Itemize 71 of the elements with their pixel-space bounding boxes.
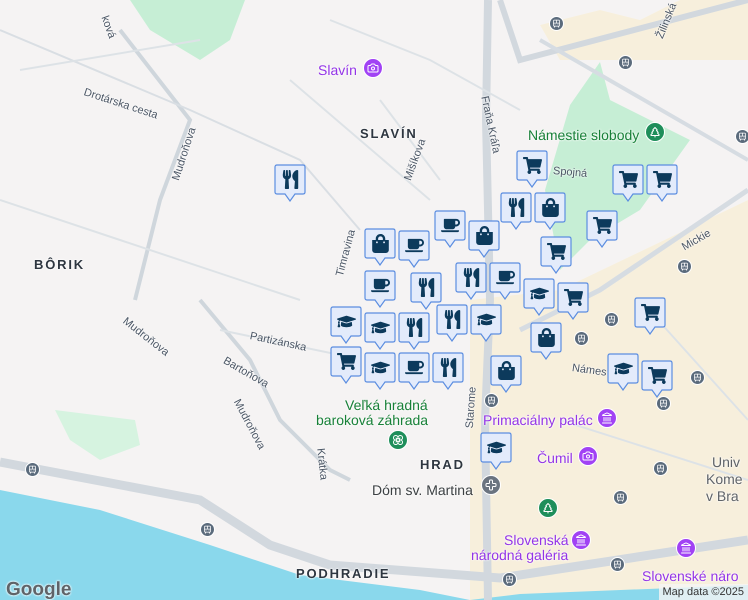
grocery-marker[interactable] — [586, 210, 618, 248]
tram-stop-icon — [549, 16, 564, 31]
place-label: v Bra — [706, 489, 739, 503]
place-label: Čumil — [537, 449, 573, 468]
cart-icon — [546, 242, 566, 260]
place-label: Univ — [712, 455, 740, 469]
restaurant-marker[interactable] — [398, 312, 430, 350]
tram-stop-icon — [200, 522, 215, 537]
cart-icon — [592, 216, 612, 234]
district-label: HRAD — [420, 456, 465, 474]
place-label: Primaciálny palác — [483, 411, 593, 430]
restaurant-marker[interactable] — [410, 272, 442, 310]
bag-icon — [496, 360, 516, 380]
place-label: Slavín — [318, 61, 357, 80]
place-label: Slovenské náro — [642, 567, 739, 586]
tram-stop-icon — [618, 55, 633, 70]
school-marker[interactable] — [364, 312, 396, 350]
bag-icon — [370, 234, 390, 252]
grocery-marker[interactable] — [516, 150, 548, 188]
school-marker[interactable] — [330, 306, 362, 344]
fork-knife-icon — [280, 170, 300, 188]
cafe-marker[interactable] — [489, 262, 521, 300]
street-label: ková — [98, 13, 119, 41]
place-label: Dóm sv. Martina — [372, 481, 473, 500]
tram-stop-icon — [25, 462, 40, 477]
school-marker[interactable] — [364, 352, 396, 390]
fork-knife-icon — [506, 198, 526, 216]
cart-icon — [336, 352, 356, 370]
restaurant-marker[interactable] — [500, 192, 532, 230]
grocery-marker[interactable] — [646, 164, 678, 202]
flower-icon — [388, 430, 408, 450]
cafe-marker[interactable] — [434, 210, 466, 248]
fork-knife-icon — [404, 318, 424, 336]
google-logo: Google — [6, 578, 72, 600]
street-label: Krátka — [313, 447, 331, 481]
district-label: BÔRIK — [34, 256, 85, 274]
cart-icon — [652, 170, 672, 188]
place-label: Kome — [706, 472, 743, 486]
fork-knife-icon — [462, 268, 480, 286]
bag-icon — [474, 226, 494, 244]
cart-icon — [648, 366, 666, 384]
bag-icon — [536, 328, 556, 346]
street-label: Námes — [570, 361, 608, 381]
cafe-marker[interactable] — [398, 352, 430, 390]
cart-icon — [618, 170, 638, 188]
cart-icon — [640, 302, 660, 322]
grocery-marker[interactable] — [540, 236, 572, 274]
shop-marker[interactable] — [534, 192, 566, 230]
street-label: Fraňa Kráľa — [477, 94, 504, 155]
district-label: SLAVÍN — [360, 125, 418, 141]
restaurant-marker[interactable] — [274, 164, 306, 202]
camera-icon — [363, 58, 383, 78]
map-attribution: Map data ©2025 — [658, 584, 748, 600]
park-label: Námestie slobody — [528, 126, 640, 145]
street-label: Spojná — [552, 164, 588, 182]
restaurant-marker[interactable] — [432, 352, 464, 390]
fork-knife-icon — [442, 310, 462, 328]
cafe-marker[interactable] — [398, 230, 430, 268]
district-label: PODHRADIE — [296, 565, 390, 583]
cart-icon — [522, 156, 542, 174]
fork-knife-icon — [416, 278, 436, 296]
cafe-marker[interactable] — [364, 270, 396, 308]
street-label: Starome — [462, 386, 480, 429]
shop-marker[interactable] — [364, 228, 396, 266]
cart-icon — [564, 288, 582, 306]
bag-icon — [540, 198, 560, 216]
shop-marker[interactable] — [468, 220, 500, 258]
fork-knife-icon — [438, 358, 458, 376]
restaurant-marker[interactable] — [436, 304, 468, 342]
grocery-marker[interactable] — [330, 346, 362, 384]
restaurant-marker[interactable] — [455, 262, 487, 300]
